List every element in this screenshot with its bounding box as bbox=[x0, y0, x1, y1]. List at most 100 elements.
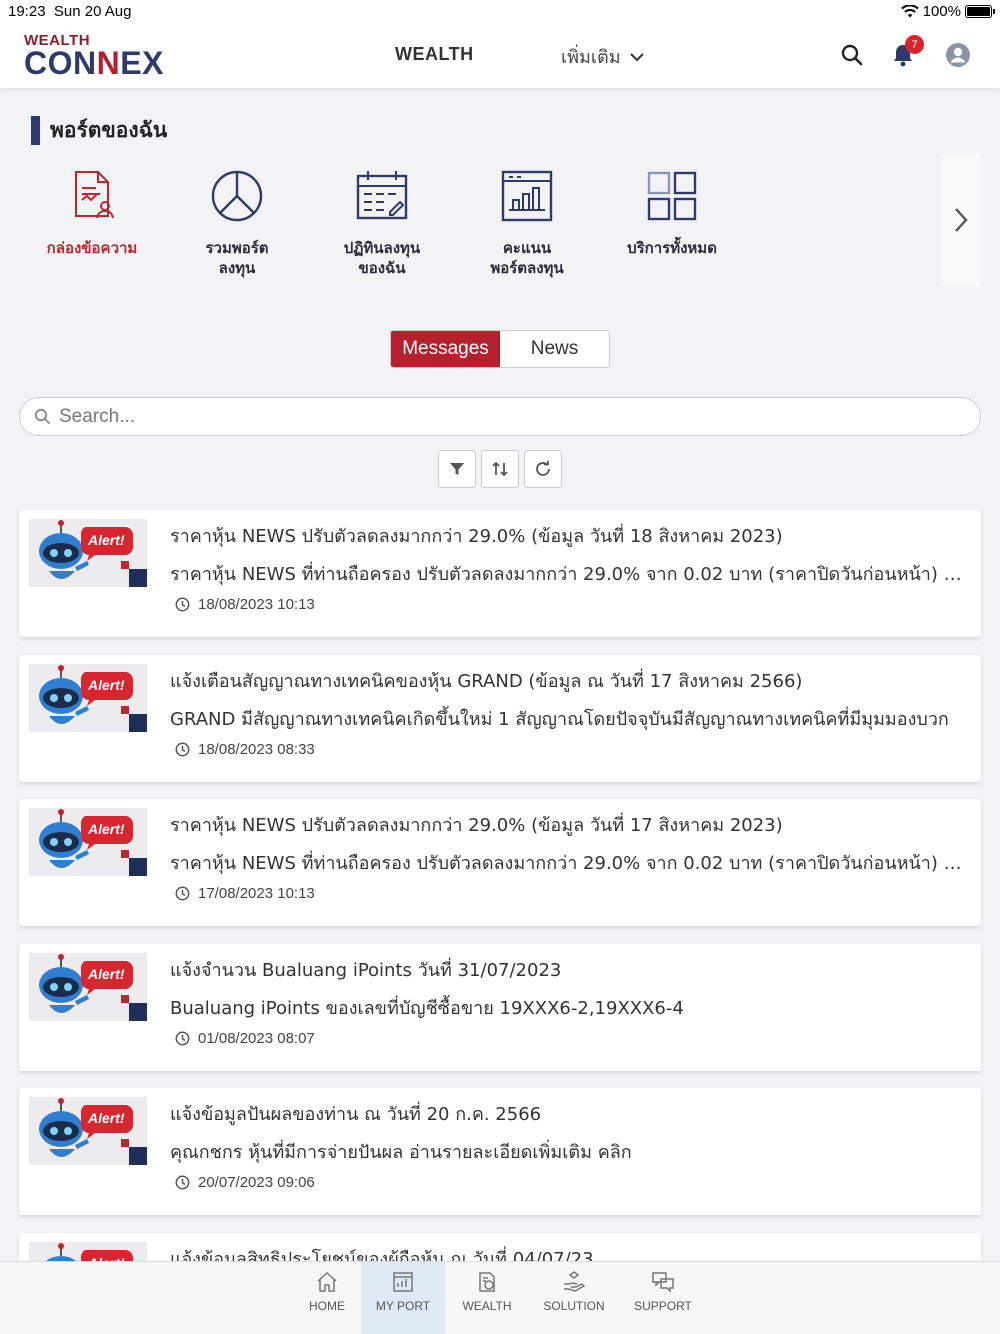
message-body: Bualuang iPoints ของเลขที่บัญชีซื้อขาย 1… bbox=[170, 997, 684, 1019]
alert-robot-thumbnail: Alert! bbox=[29, 1097, 147, 1165]
nav-more-label: เพิ่มเติม bbox=[561, 47, 621, 68]
message-card[interactable]: Alert! แจ้งข้อมูลปันผลของท่าน ณ วันที่ 20… bbox=[19, 1088, 981, 1215]
quick-menu-all-services[interactable]: บริการทั้งหมด bbox=[607, 168, 737, 258]
quick-menu-label: ปฏิทินลงทุน bbox=[343, 239, 421, 257]
quick-menu-calendar[interactable]: ปฏิทินลงทุนของฉัน bbox=[317, 168, 447, 278]
chevron-right-icon bbox=[955, 208, 968, 232]
quick-menu-label: คะแนน bbox=[502, 239, 552, 257]
tab-solution[interactable]: SOLUTION bbox=[532, 1262, 616, 1334]
nav-more-dropdown[interactable]: เพิ่มเติม bbox=[561, 42, 645, 71]
alert-badge-label: Alert! bbox=[88, 532, 125, 548]
notification-bell[interactable]: 7 bbox=[890, 35, 924, 68]
quick-menu-portfolio-summary[interactable]: รวมพอร์ตลงทุน bbox=[172, 168, 302, 278]
tab-support[interactable]: SUPPORT bbox=[621, 1262, 705, 1334]
sort-icon bbox=[492, 461, 508, 477]
refresh-icon bbox=[536, 460, 550, 476]
clock-icon bbox=[175, 886, 190, 901]
quick-menu-label: บริการทั้งหมด bbox=[627, 239, 717, 257]
tab-my-port[interactable]: MY PORT bbox=[361, 1262, 445, 1334]
page-title-text: พอร์ตของฉัน bbox=[50, 118, 168, 142]
calendar-icon bbox=[356, 171, 408, 220]
message-title: ราคาหุ้น NEWS ปรับตัวลดลงมากกว่า 29.0% (… bbox=[170, 815, 783, 836]
user-avatar-icon[interactable] bbox=[945, 42, 971, 68]
message-card[interactable]: Alert! แจ้งเตือนสัญญาณทางเทคนิคของหุ้น GR… bbox=[19, 654, 981, 782]
message-body: GRAND มีสัญญาณทางเทคนิคเกิดขึ้นใหม่ 1 สั… bbox=[170, 708, 949, 730]
message-card[interactable]: Alert! แจ้งจำนวน Bualuang iPoints วันที่ … bbox=[19, 943, 981, 1071]
status-time: 19:23 Sun 20 Aug bbox=[8, 3, 132, 20]
solution-icon bbox=[564, 1271, 586, 1292]
search-input[interactable] bbox=[59, 405, 919, 428]
quick-menu-label-2: พอร์ตลงทุน bbox=[490, 259, 564, 277]
my-port-icon bbox=[393, 1272, 413, 1292]
alert-badge-label: Alert! bbox=[88, 676, 125, 693]
message-date: 20/07/2023 09:06 bbox=[175, 1174, 315, 1191]
tab-label: SOLUTION bbox=[543, 1299, 605, 1313]
support-icon bbox=[652, 1272, 674, 1293]
message-date: 17/08/2023 10:13 bbox=[175, 885, 315, 902]
robot-icon bbox=[29, 952, 147, 1021]
message-tools bbox=[438, 450, 562, 488]
tab-messages[interactable]: Messages bbox=[391, 331, 500, 367]
app-header: WEALTH CONNEX WEALTH เพิ่มเติม 7 bbox=[0, 26, 1000, 88]
wealth-icon bbox=[479, 1272, 495, 1292]
quick-menu-next-button[interactable] bbox=[942, 154, 980, 286]
quick-menu-label-2: ลงทุน bbox=[218, 259, 256, 277]
robot-icon bbox=[29, 1097, 147, 1165]
alert-badge-label: Alert! bbox=[88, 821, 125, 837]
notification-badge: 7 bbox=[905, 35, 924, 54]
tab-wealth[interactable]: WEALTH bbox=[445, 1262, 529, 1334]
alert-robot-thumbnail: Alert! bbox=[29, 952, 147, 1021]
pie-chart-icon bbox=[211, 170, 263, 222]
alert-robot-thumbnail: Alert! bbox=[29, 519, 147, 587]
messages-news-toggle: Messages News bbox=[390, 330, 610, 368]
grid-icon bbox=[647, 171, 697, 221]
quick-menu-label-2: ของฉัน bbox=[358, 259, 406, 277]
message-date: 01/08/2023 08:07 bbox=[175, 1030, 315, 1047]
message-date: 18/08/2023 10:13 bbox=[175, 596, 315, 613]
message-body: ราคาหุ้น NEWS ที่ท่านถือครอง ปรับตัวลดลง… bbox=[170, 564, 962, 585]
tab-label: SUPPORT bbox=[634, 1299, 692, 1313]
clock-icon bbox=[175, 1031, 190, 1045]
message-date-text: 17/08/2023 10:13 bbox=[198, 885, 315, 902]
quick-menu-portfolio-score[interactable]: คะแนนพอร์ตลงทุน bbox=[462, 168, 592, 278]
battery-icon bbox=[965, 5, 995, 18]
page-title: พอร์ตของฉัน bbox=[31, 114, 167, 147]
message-body: ราคาหุ้น NEWS ที่ท่านถือครอง ปรับตัวลดลง… bbox=[170, 853, 962, 874]
message-box-icon bbox=[75, 171, 114, 219]
tab-label: WEALTH bbox=[462, 1299, 512, 1313]
message-title: แจ้งจำนวน Bualuang iPoints วันที่ 31/07/… bbox=[170, 959, 562, 981]
quick-menu-label: รวมพอร์ต bbox=[205, 239, 269, 257]
message-date-text: 20/07/2023 09:06 bbox=[198, 1174, 315, 1191]
robot-icon bbox=[29, 519, 147, 587]
sort-button[interactable] bbox=[481, 450, 519, 488]
alert-robot-thumbnail: Alert! bbox=[29, 808, 147, 876]
tab-home[interactable]: HOME bbox=[285, 1262, 369, 1334]
nav-wealth[interactable]: WEALTH bbox=[395, 44, 474, 65]
quick-menu-label: กล่องข้อความ bbox=[46, 239, 138, 257]
robot-icon bbox=[29, 808, 147, 876]
refresh-button[interactable] bbox=[524, 450, 562, 488]
message-date: 18/08/2023 08:33 bbox=[175, 741, 315, 758]
message-card[interactable]: Alert! ราคาหุ้น NEWS ปรับตัวลดลงมากกว่า 2… bbox=[19, 799, 981, 926]
alert-badge-label: Alert! bbox=[88, 965, 125, 982]
robot-icon bbox=[29, 663, 147, 732]
tab-news[interactable]: News bbox=[500, 331, 609, 367]
chevron-down-icon bbox=[629, 52, 644, 61]
clock-icon bbox=[175, 597, 190, 612]
search-icon[interactable] bbox=[839, 42, 865, 68]
clock-icon bbox=[175, 742, 190, 756]
message-card[interactable]: Alert! ราคาหุ้น NEWS ปรับตัวลดลงมากกว่า 2… bbox=[19, 510, 981, 637]
message-body: คุณกชกร หุ้นที่มีการจ่ายปันผล อ่านรายละเ… bbox=[170, 1142, 632, 1163]
home-icon bbox=[317, 1271, 337, 1292]
search-bar bbox=[19, 397, 981, 436]
message-title: ราคาหุ้น NEWS ปรับตัวลดลงมากกว่า 29.0% (… bbox=[170, 526, 783, 547]
filter-button[interactable] bbox=[438, 450, 476, 488]
quick-menu-message-box[interactable]: กล่องข้อความ bbox=[27, 168, 157, 258]
message-date-text: 18/08/2023 10:13 bbox=[198, 596, 315, 613]
search-icon bbox=[34, 408, 51, 425]
wealth-connex-logo[interactable]: WEALTH CONNEX bbox=[24, 33, 164, 79]
tab-label: HOME bbox=[309, 1299, 345, 1313]
tab-label: MY PORT bbox=[375, 1299, 431, 1313]
bar-chart-icon bbox=[501, 170, 553, 222]
message-date-text: 01/08/2023 08:07 bbox=[198, 1029, 315, 1047]
